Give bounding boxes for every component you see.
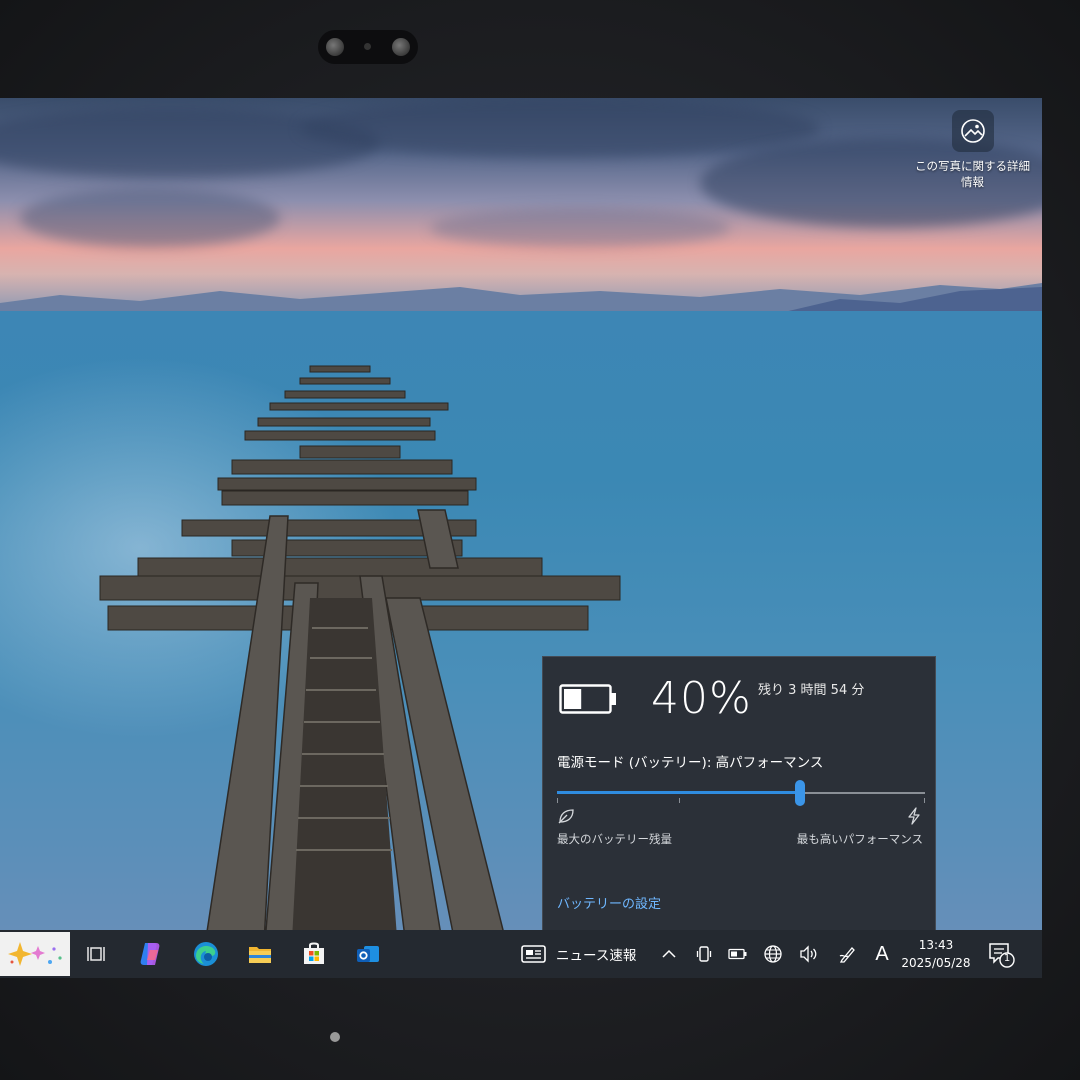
phone-link-icon	[696, 946, 712, 962]
taskbar: ニュース速報 A 13:43 2025/05/28 1	[0, 930, 1042, 978]
clock-time: 13:43	[918, 938, 954, 952]
news-widget[interactable]: ニュース速報	[520, 934, 636, 974]
battery-settings-link[interactable]: バッテリーの設定	[557, 893, 661, 912]
slider-left-label: 最大のバッテリー残量	[557, 832, 672, 846]
slider-right-end: 最も高いパフォーマンス	[773, 807, 923, 847]
slider-tick	[679, 798, 680, 803]
ime-mode-label: A	[875, 942, 889, 965]
battery-tray-icon	[728, 948, 747, 960]
image-info-icon	[960, 119, 985, 143]
chevron-up-icon	[662, 949, 676, 958]
volume-icon	[800, 945, 817, 963]
show-hidden-icons-button[interactable]	[655, 934, 683, 974]
store-button[interactable]	[294, 934, 334, 974]
clock-date: 2025/05/28	[901, 956, 971, 970]
photo-info-widget[interactable]: この写真に関する詳細情報	[915, 110, 1030, 190]
ime-indicator[interactable]: A	[868, 934, 896, 974]
slider-tick	[924, 798, 925, 803]
task-view-icon	[87, 947, 105, 961]
camera-sensor	[364, 43, 371, 50]
camera-lens-right	[392, 38, 410, 56]
notification-center-button[interactable]: 1	[986, 938, 1016, 970]
globe-network-icon	[764, 945, 782, 963]
bezel-indicator	[330, 1032, 340, 1042]
power-mode-label: 電源モード (バッテリー): 高パフォーマンス	[557, 755, 824, 771]
microsoft-store-icon	[304, 942, 324, 964]
edge-button[interactable]	[186, 934, 226, 974]
edge-icon	[194, 942, 218, 966]
copilot-app-button[interactable]	[130, 934, 170, 974]
front-camera	[318, 30, 418, 64]
outlook-button[interactable]	[348, 934, 388, 974]
leaf-icon	[558, 809, 574, 824]
tray-pen-button[interactable]	[834, 934, 862, 974]
power-mode-slider[interactable]	[557, 779, 925, 809]
copilot-app-icon	[140, 943, 160, 965]
tray-battery-button[interactable]	[724, 934, 752, 974]
slider-left-end: 最大のバッテリー残量	[557, 807, 707, 847]
tray-network-button[interactable]	[759, 934, 787, 974]
notification-count: 1	[1003, 953, 1011, 964]
tray-volume-button[interactable]	[795, 934, 823, 974]
photo-info-label: この写真に関する詳細情報	[915, 159, 1030, 189]
battery-status-row: 40% 残り 3 時間 54 分	[559, 673, 919, 725]
battery-percent: 40%	[651, 673, 752, 724]
news-label: ニュース速報	[556, 948, 637, 964]
lightning-icon	[908, 807, 920, 825]
taskbar-clock[interactable]: 13:43 2025/05/28	[896, 936, 976, 972]
photo-info-button[interactable]	[951, 110, 994, 152]
pen-icon	[839, 947, 855, 963]
slider-right-label: 最も高いパフォーマンス	[796, 832, 923, 846]
slider-tick	[557, 798, 558, 803]
desktop-screen: この写真に関する詳細情報 40% 残り 3 時間 54 分 電源モード (バッテ…	[0, 98, 1042, 978]
tray-device-button[interactable]	[690, 934, 718, 974]
battery-time-remaining: 残り 3 時間 54 分	[758, 683, 865, 698]
battery-icon	[559, 684, 616, 714]
task-view-button[interactable]	[76, 934, 116, 974]
copilot-search-pill[interactable]	[0, 932, 70, 976]
copilot-sparkle-icon	[8, 942, 62, 966]
slider-fill	[557, 791, 800, 794]
camera-lens-left	[326, 38, 344, 56]
file-explorer-icon	[249, 947, 271, 963]
battery-flyout: 40% 残り 3 時間 54 分 電源モード (バッテリー): 高パフォーマンス…	[542, 656, 936, 934]
slider-thumb[interactable]	[794, 780, 805, 806]
outlook-icon	[357, 946, 379, 962]
file-explorer-button[interactable]	[240, 934, 280, 974]
news-icon	[521, 945, 546, 963]
